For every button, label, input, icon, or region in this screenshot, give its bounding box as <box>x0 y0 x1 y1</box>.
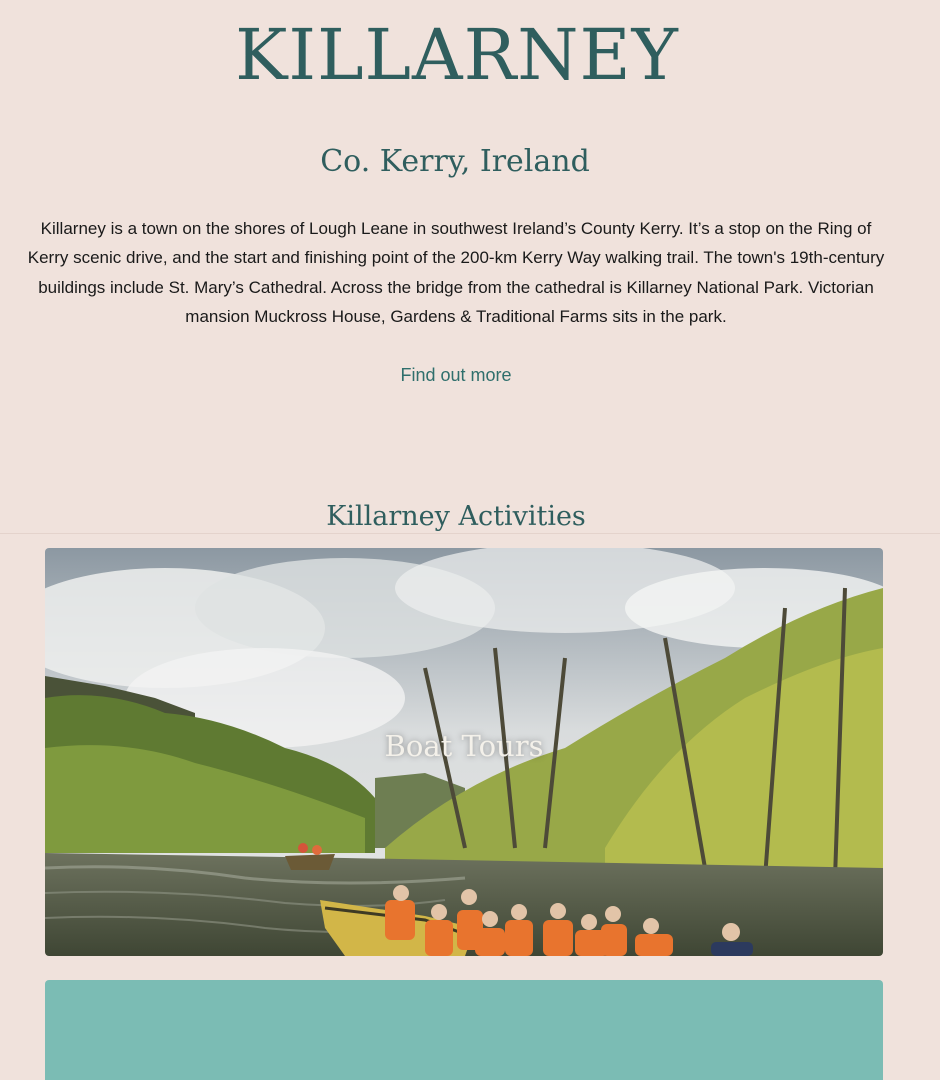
activity-card-boat-tours[interactable]: Boat Tours <box>45 548 883 956</box>
section-divider <box>0 533 940 534</box>
page-title: KILLARNEY <box>235 14 679 96</box>
activities-section-title: Killarney Activities <box>326 501 586 532</box>
find-out-more-link[interactable]: Find out more <box>0 362 912 388</box>
activity-card-label: Boat Tours <box>384 729 544 763</box>
page-subtitle: Co. Kerry, Ireland <box>320 144 590 179</box>
activity-card-next[interactable] <box>45 980 883 1080</box>
intro-paragraph: Killarney is a town on the shores of Lou… <box>27 219 885 327</box>
